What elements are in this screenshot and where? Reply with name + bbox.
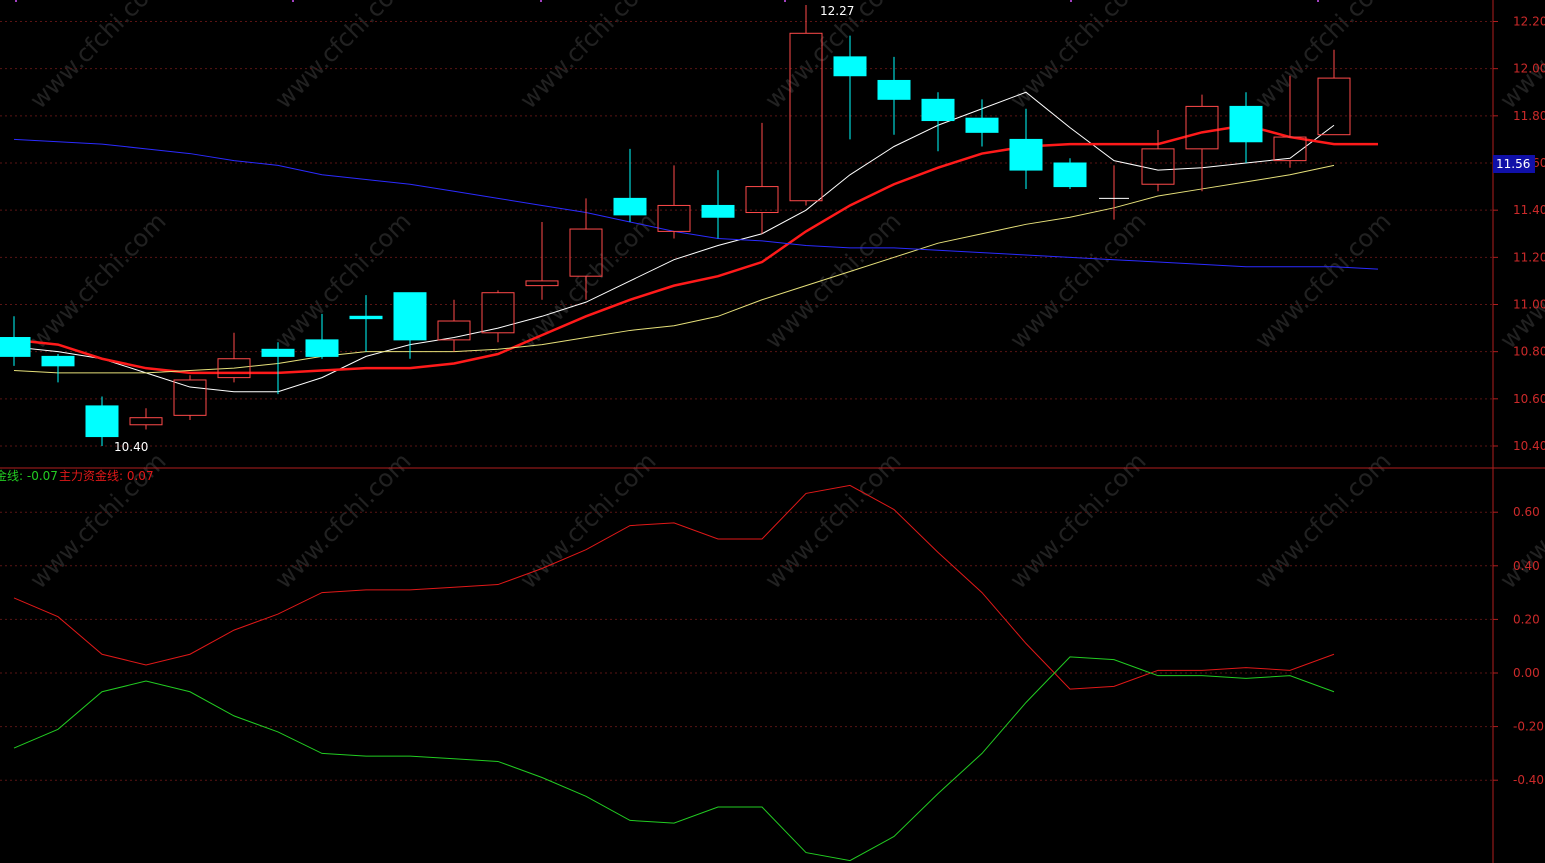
candle-body (965, 117, 999, 133)
top-marker (540, 0, 542, 2)
price-tick-label: 10.80 (1513, 345, 1545, 359)
price-tick-label: 11.20 (1513, 250, 1545, 264)
candle-down[interactable] (1053, 158, 1087, 189)
top-marker (1317, 0, 1319, 2)
indicator-tick-label: -0.40 (1513, 773, 1544, 787)
high-price-annotation: 12.27 (820, 4, 854, 18)
price-tick-label: 11.40 (1513, 203, 1545, 217)
indicator-tick-label: 0.00 (1513, 666, 1540, 680)
top-marker (15, 0, 17, 2)
top-marker (784, 0, 786, 2)
candle-body (701, 204, 735, 218)
candle-body (1229, 105, 1263, 143)
candle-body (921, 98, 955, 122)
candle-body (1053, 162, 1087, 188)
top-marker (292, 0, 294, 2)
candle-body (305, 339, 339, 357)
price-tick-label: 11.00 (1513, 298, 1545, 312)
legend-main-fund-line: 主力资金线: 0.07 (59, 468, 154, 483)
price-tick-label: 10.40 (1513, 439, 1545, 453)
top-marker (1070, 0, 1072, 2)
indicator-tick-label: 0.20 (1513, 612, 1540, 626)
price-tick-label: 10.60 (1513, 392, 1545, 406)
current-price-label: 11.56 (1496, 157, 1530, 171)
candle-body (85, 405, 119, 438)
price-tick-label: 12.00 (1513, 62, 1545, 76)
indicator-tick-label: 0.60 (1513, 505, 1540, 519)
indicator-tick-label: 0.40 (1513, 559, 1540, 573)
candle-body (349, 315, 383, 320)
low-price-annotation: 10.40 (114, 440, 148, 454)
candle-body (261, 348, 295, 357)
candle-body (877, 79, 911, 100)
legend-gold-line: 金线: -0.07 (0, 468, 58, 483)
price-tick-label: 11.80 (1513, 109, 1545, 123)
indicator-tick-label: -0.20 (1513, 720, 1544, 734)
candle-body (41, 355, 75, 367)
chart-background (0, 0, 1545, 863)
candle-body (833, 56, 867, 77)
price-tick-label: 12.20 (1513, 15, 1545, 29)
candle-body (393, 292, 427, 341)
stock-chart[interactable]: www.cfchi.com www.cfchi.com www.cfchi.com w… (0, 0, 1545, 863)
candle-body (0, 337, 31, 357)
candle-body (1009, 138, 1043, 171)
candle-body (613, 197, 647, 216)
